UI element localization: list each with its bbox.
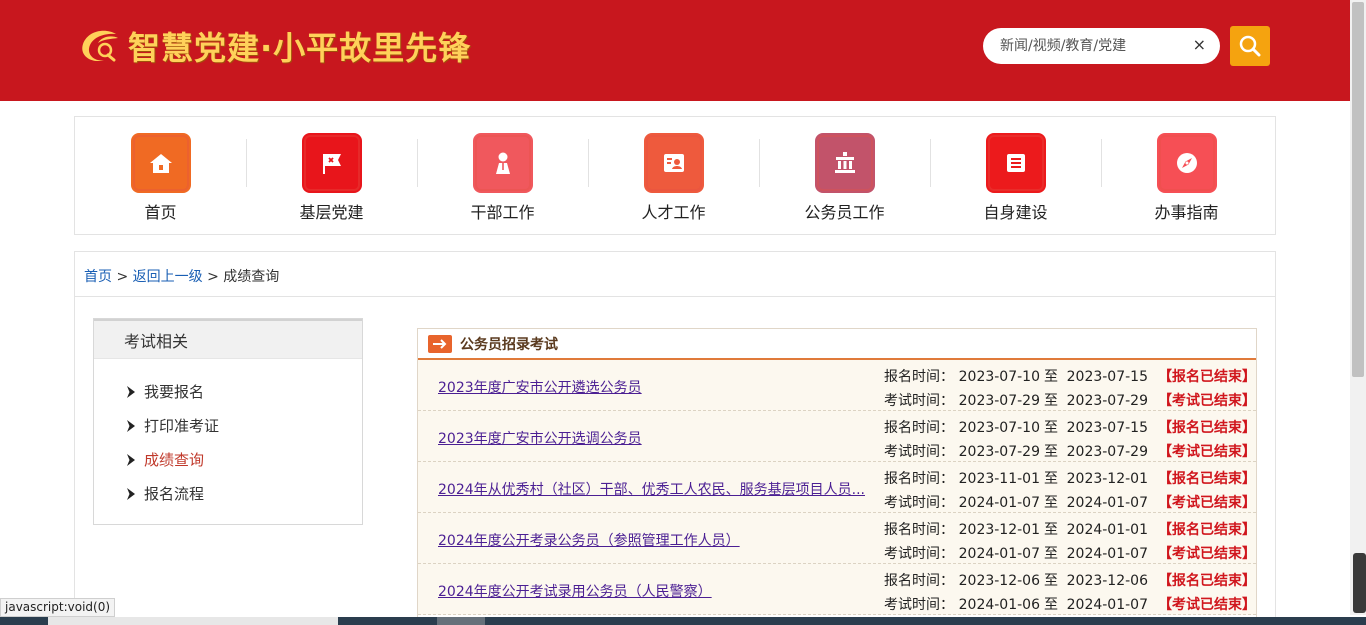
exam-row: 2024年从优秀村（社区）干部、优秀工人农民、服务基层项目人员... 报名时间：… [418, 462, 1256, 513]
chevron-right-icon [127, 454, 135, 466]
breadcrumb-separator: > [116, 269, 129, 285]
search-box: × [983, 28, 1220, 64]
search-button[interactable] [1230, 26, 1270, 66]
exam-time: 考试时间： 2023-07-29 至 2023-07-29 [884, 444, 1148, 460]
page-scrollbar-thumb[interactable] [1352, 2, 1364, 377]
exam-sidebar: 考试相关 我要报名 打印准考证 成绩查询 报名流程 [93, 318, 363, 525]
sidebar-item-registration-process[interactable]: 报名流程 [94, 477, 362, 511]
breadcrumb: 首页 > 返回上一级 > 成绩查询 [84, 266, 279, 286]
nav-label: 首页 [144, 203, 177, 222]
search-input[interactable] [1000, 38, 1190, 54]
sidebar-item-print-admission[interactable]: 打印准考证 [94, 409, 362, 443]
exam-title-link[interactable]: 2024年度公开考录公务员（参照管理工作人员） [438, 530, 740, 550]
main-nav: 首页 基层党建 干部工作 人才工作 公务员工作 自身建设 办事指南 [74, 116, 1276, 235]
registration-status: 【报名已结束】 [1158, 522, 1256, 538]
sidebar-item-label: 我要报名 [144, 383, 205, 401]
civil-building-icon [815, 133, 875, 193]
sidebar-item-score-query[interactable]: 成绩查询 [94, 443, 362, 477]
side-widget[interactable] [1353, 553, 1366, 613]
exam-status: 【考试已结束】 [1158, 393, 1256, 409]
talent-card-icon [644, 133, 704, 193]
exam-time: 考试时间： 2024-01-07 至 2024-01-07 [884, 546, 1148, 562]
nav-item-self-building[interactable]: 自身建设 [930, 117, 1101, 234]
breadcrumb-current: 成绩查询 [223, 269, 280, 285]
nav-item-service-guide[interactable]: 办事指南 [1101, 117, 1272, 234]
breadcrumb-back-link[interactable]: 返回上一级 [133, 269, 203, 285]
clear-search-button[interactable]: × [1193, 35, 1206, 54]
exam-time: 考试时间： 2024-01-07 至 2024-01-07 [884, 495, 1148, 511]
sidebar-title: 考试相关 [94, 319, 362, 359]
exam-row: 2024年度公开考录公务员（参照管理工作人员） 报名时间： 2023-12-01 至… [418, 513, 1256, 564]
breadcrumb-separator: > [207, 269, 219, 285]
compass-icon [1157, 133, 1217, 193]
party-flag-icon [302, 133, 362, 193]
exam-title-link[interactable]: 2024年度公开考试录用公务员（人民警察） [438, 581, 712, 601]
nav-item-grassroots-party[interactable]: 基层党建 [246, 117, 417, 234]
nav-label: 办事指南 [1154, 203, 1219, 222]
party-logo-icon [78, 26, 124, 66]
chevron-right-icon [127, 420, 135, 432]
home-icon [131, 133, 191, 193]
registration-status: 【报名已结束】 [1158, 369, 1256, 385]
breadcrumb-divider [75, 296, 1275, 297]
site-logo[interactable]: 智慧党建·小平故里先锋 [78, 24, 471, 68]
exam-time: 考试时间： 2024-01-06 至 2024-01-07 [884, 597, 1148, 613]
exam-time: 考试时间： 2023-07-29 至 2023-07-29 [884, 393, 1148, 409]
taskbar-app-button[interactable] [437, 617, 485, 625]
exam-status: 【考试已结束】 [1158, 495, 1256, 511]
search-icon [1239, 35, 1261, 57]
exam-title-link[interactable]: 2024年从优秀村（社区）干部、优秀工人农民、服务基层项目人员... [438, 479, 865, 499]
os-taskbar [0, 617, 1366, 625]
nav-item-talent-work[interactable]: 人才工作 [588, 117, 759, 234]
chevron-right-icon [127, 386, 135, 398]
registration-status: 【报名已结束】 [1158, 420, 1256, 436]
exam-title-link[interactable]: 2023年度广安市公开遴选公务员 [438, 377, 642, 397]
panel-header: 公务员招录考试 [418, 329, 1256, 360]
registration-time: 报名时间： 2023-07-10 至 2023-07-15 [884, 369, 1148, 385]
registration-time: 报名时间： 2023-11-01 至 2023-12-01 [884, 471, 1148, 487]
taskbar-search-area[interactable] [48, 617, 338, 625]
document-list-icon [986, 133, 1046, 193]
exam-list: 2023年度广安市公开遴选公务员 报名时间： 2023-07-10 至 2023-07… [418, 360, 1256, 615]
sidebar-item-label: 打印准考证 [144, 417, 220, 435]
arrow-right-icon [428, 334, 452, 353]
logo-text: 智慧党建·小平故里先锋 [128, 29, 472, 67]
nav-item-cadre-work[interactable]: 干部工作 [417, 117, 588, 234]
nav-item-home[interactable]: 首页 [75, 117, 246, 234]
exam-title-link[interactable]: 2023年度广安市公开选调公务员 [438, 428, 642, 448]
exam-status: 【考试已结束】 [1158, 444, 1256, 460]
sidebar-item-label: 成绩查询 [144, 451, 205, 469]
sidebar-item-register[interactable]: 我要报名 [94, 375, 362, 409]
exam-list-panel: 公务员招录考试 2023年度广安市公开遴选公务员 报名时间： 2023-07-10… [417, 328, 1257, 625]
exam-status: 【考试已结束】 [1158, 597, 1256, 613]
sidebar-menu: 我要报名 打印准考证 成绩查询 报名流程 [94, 359, 362, 511]
exam-row: 2023年度广安市公开遴选公务员 报名时间： 2023-07-10 至 2023-07… [418, 360, 1256, 411]
panel-title: 公务员招录考试 [460, 336, 558, 353]
registration-time: 报名时间： 2023-12-06 至 2023-12-06 [884, 573, 1148, 589]
exam-row: 2023年度广安市公开选调公务员 报名时间： 2023-07-10 至 2023-07… [418, 411, 1256, 462]
registration-status: 【报名已结束】 [1158, 471, 1256, 487]
nav-label: 公务员工作 [804, 203, 885, 222]
chevron-right-icon [127, 488, 135, 500]
nav-label: 人才工作 [641, 203, 706, 222]
page: 智慧党建·小平故里先锋 × 首页 [0, 0, 1366, 625]
registration-time: 报名时间： 2023-07-10 至 2023-07-15 [884, 420, 1148, 436]
nav-label: 基层党建 [299, 203, 364, 222]
exam-status: 【考试已结束】 [1158, 546, 1256, 562]
nav-label: 自身建设 [983, 203, 1048, 222]
registration-time: 报名时间： 2023-12-01 至 2024-01-01 [884, 522, 1148, 538]
breadcrumb-home-link[interactable]: 首页 [84, 269, 112, 285]
sidebar-item-label: 报名流程 [144, 485, 205, 503]
nav-item-civil-servant-work[interactable]: 公务员工作 [759, 117, 930, 234]
cadre-person-icon [473, 133, 533, 193]
link-status-tooltip: javascript:void(0) [0, 598, 116, 617]
exam-row: 2024年度公开考试录用公务员（人民警察） 报名时间： 2023-12-06 至 20… [418, 564, 1256, 615]
nav-label: 干部工作 [470, 203, 535, 222]
site-header: 智慧党建·小平故里先锋 × [0, 0, 1350, 101]
registration-status: 【报名已结束】 [1158, 573, 1256, 589]
